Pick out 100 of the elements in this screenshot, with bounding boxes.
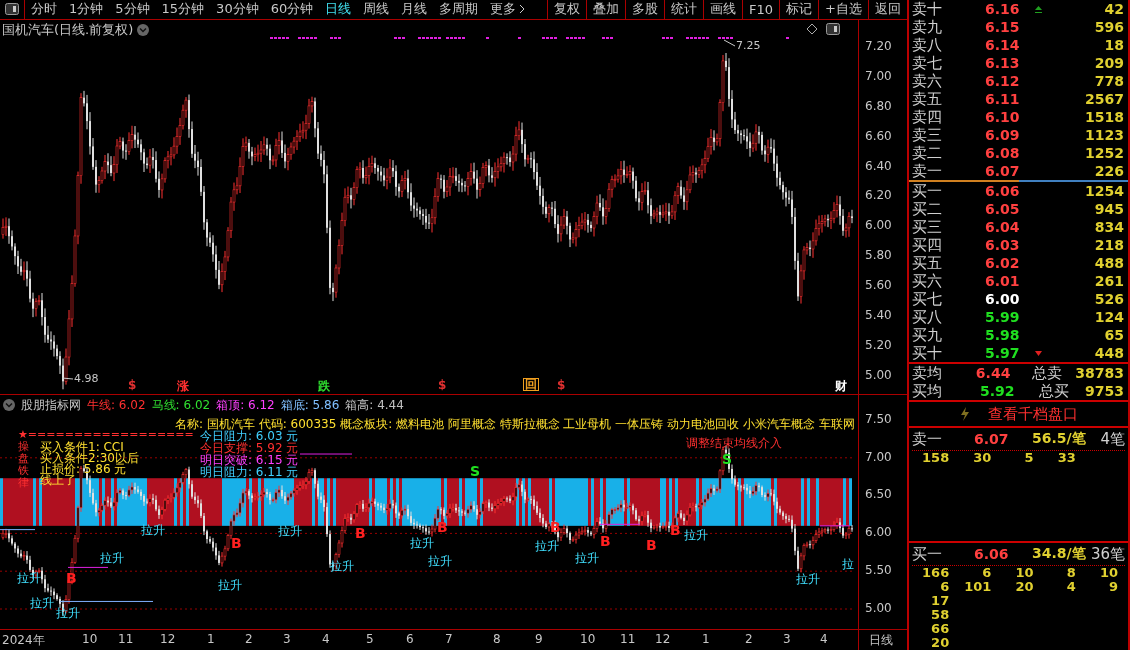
side-title: 操盘铁律 [18, 440, 30, 490]
panel-toggle-icon [826, 22, 840, 35]
rise-label: 拉升 [575, 549, 599, 567]
volume-value: 2567 [1084, 91, 1124, 107]
date-label: 11 [118, 632, 134, 646]
toolbar-button[interactable]: 统计 [664, 0, 704, 19]
depth-link[interactable]: 查看千档盘口 [987, 404, 1078, 424]
event-marker: 跌 [318, 377, 330, 394]
volume-value: 834 [1093, 219, 1124, 235]
average-value: 34.8/笔 [1032, 545, 1086, 563]
level-label: 卖二 [912, 143, 943, 163]
order-size: 10 [1098, 566, 1119, 580]
toolbar-button[interactable]: +自选 [818, 0, 868, 19]
level-label: 买七 [912, 289, 943, 309]
average-value: 56.5/笔 [1032, 430, 1086, 448]
order-size: 4 [1065, 580, 1077, 594]
level-line [67, 566, 109, 568]
price-value: 6.07 [974, 431, 1010, 447]
buy-signal: B [670, 521, 681, 538]
price-value: 6.07 [985, 163, 1021, 179]
buy-signal: B [646, 536, 657, 553]
toolbar-button[interactable]: 画线 [703, 0, 743, 19]
period-tab[interactable]: 1分钟 [63, 0, 110, 19]
price-value: 6.12 [985, 73, 1021, 89]
period-tab[interactable]: 分时 [25, 0, 63, 19]
level-label: 买三 [912, 217, 943, 237]
price-value: 6.14 [985, 37, 1021, 53]
rise-label: 拉升 [796, 570, 820, 588]
low-price-label: 4.98 [74, 371, 99, 385]
period-tab[interactable]: 30分钟 [210, 0, 265, 19]
more-menu[interactable]: 更多 [484, 0, 532, 19]
period-label: 日线 [869, 633, 893, 647]
date-label: 4 [820, 632, 828, 646]
price-label: 7.20 [865, 38, 892, 53]
price-value: 6.06 [974, 546, 1010, 562]
level-label: 卖十 [912, 0, 943, 19]
down-arrow-icon [1035, 350, 1042, 356]
order-count: 36笔 [1089, 544, 1125, 564]
dropdown-icon [137, 23, 150, 36]
level-label: 买十 [912, 343, 943, 363]
price-value: 6.03 [985, 237, 1021, 253]
price-value: 6.09 [985, 127, 1021, 143]
period-tab[interactable]: 周线 [357, 0, 396, 19]
rise-label: 拉升 [684, 526, 708, 544]
indicator-value: 马线: 6.02 [151, 396, 211, 414]
volume-value: 488 [1093, 255, 1124, 271]
toolbar-button[interactable]: F10 [742, 0, 780, 19]
date-label: 3 [783, 632, 791, 646]
toolbar-button[interactable]: 复权 [547, 0, 587, 19]
volume-value: 261 [1093, 273, 1124, 289]
level-label: 卖九 [912, 17, 943, 37]
order-size: 30 [972, 451, 993, 465]
price-value: 6.08 [985, 145, 1021, 161]
rise-label: 拉升 [30, 594, 54, 612]
toolbar-button[interactable]: 多股 [625, 0, 665, 19]
period-tab[interactable]: 5分钟 [109, 0, 156, 19]
level-label: 买五 [912, 253, 943, 273]
level-label: 卖均 [912, 363, 943, 383]
date-label: 10 [580, 632, 596, 646]
period-tab[interactable]: 多周期 [433, 0, 485, 19]
period-tab[interactable]: 日线 [319, 0, 358, 19]
volume-value: 1252 [1084, 145, 1124, 161]
rise-label: 拉升 [141, 521, 165, 539]
toolbar-button[interactable]: 标记 [779, 0, 819, 19]
rise-label: 拉 [842, 555, 854, 573]
volume-value: 526 [1093, 291, 1124, 307]
order-size: 33 [1056, 451, 1077, 465]
order-size: 5 [1023, 451, 1035, 465]
volume-value: 42 [1103, 1, 1124, 17]
up-arrow-icon [1035, 5, 1042, 13]
period-tab[interactable]: 15分钟 [155, 0, 211, 19]
level-line [299, 453, 353, 455]
order-size: 166 [921, 566, 951, 580]
price-value: 6.01 [985, 273, 1021, 289]
price-value: 5.99 [985, 309, 1021, 325]
chevron-icon [519, 4, 526, 15]
event-marker: $ [128, 377, 137, 392]
order-size: 6 [939, 580, 951, 594]
price-label: 6.00 [865, 525, 892, 540]
level-line [599, 523, 641, 525]
event-marker: 回 [523, 377, 539, 391]
chart-title: 国机汽车(日线.前复权) [2, 20, 134, 39]
level-label: 买四 [912, 235, 943, 255]
date-label: 2024年 [2, 632, 45, 649]
date-label: 1 [702, 632, 710, 646]
event-marker: 财 [835, 377, 847, 394]
order-size: 10 [1014, 566, 1035, 580]
toolbar-button[interactable]: 叠加 [586, 0, 626, 19]
leader-line [723, 39, 736, 47]
rise-label: 拉升 [100, 549, 124, 567]
price-value: 5.92 [979, 383, 1016, 399]
period-tab[interactable]: 月线 [395, 0, 434, 19]
period-tab[interactable]: 60分钟 [264, 0, 320, 19]
level-label: 卖四 [912, 107, 943, 127]
event-marker: $ [438, 377, 447, 392]
volume-value: 218 [1093, 237, 1124, 253]
diamond-icon [806, 22, 818, 35]
toolbar-button[interactable]: 返回 [868, 0, 907, 19]
price-label: 5.20 [865, 337, 892, 352]
price-label: 6.80 [865, 98, 892, 113]
